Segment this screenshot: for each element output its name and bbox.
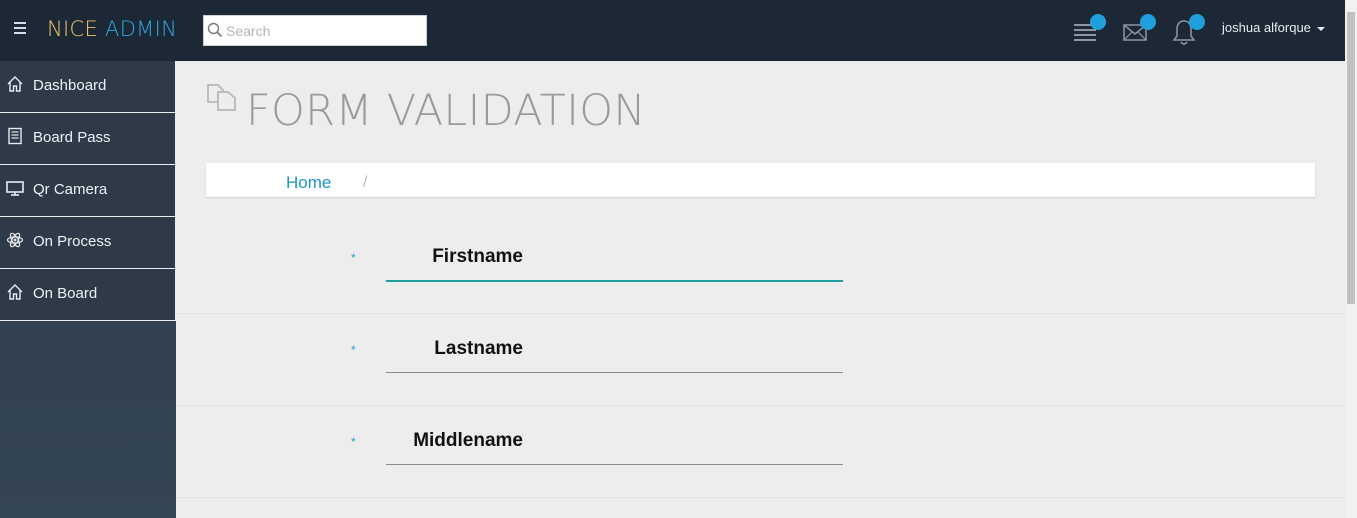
- sidebar-item-qr-camera[interactable]: Qr Camera: [0, 165, 176, 217]
- sidebar-item-on-board[interactable]: On Board: [0, 269, 176, 321]
- notifications-button[interactable]: [1171, 14, 1205, 46]
- required-marker: *: [351, 435, 356, 449]
- breadcrumb: Home /: [206, 163, 1315, 197]
- mail-badge: [1140, 14, 1156, 30]
- brand-text-nice: NICE: [47, 17, 99, 41]
- caret-down-icon: [1316, 26, 1325, 31]
- sidebar-item-dashboard[interactable]: Dashboard: [0, 61, 176, 113]
- sidebar-item-label: Qr Camera: [33, 181, 108, 198]
- required-marker: *: [351, 251, 356, 265]
- home-icon: [7, 76, 23, 92]
- user-name: joshua alforque: [1222, 20, 1311, 35]
- form-row-lastname: Lastname *: [176, 314, 1345, 406]
- brand-logo[interactable]: NICE ADMIN: [47, 17, 177, 41]
- form-row-middlename: Middlename *: [176, 406, 1345, 498]
- scrollbar-thumb[interactable]: [1347, 12, 1355, 304]
- search-input[interactable]: [226, 20, 422, 42]
- sidebar-item-on-process[interactable]: On Process: [0, 217, 176, 269]
- breadcrumb-separator: /: [363, 174, 368, 191]
- sidebar-item-board-pass[interactable]: Board Pass: [0, 113, 176, 165]
- lastname-field[interactable]: [386, 343, 843, 373]
- search-icon: [207, 22, 223, 38]
- sidebar-item-label: On Process: [33, 233, 112, 250]
- sidebar-item-label: On Board: [33, 285, 98, 302]
- breadcrumb-home-link[interactable]: Home: [286, 173, 331, 193]
- user-menu[interactable]: joshua alforque: [1222, 20, 1325, 35]
- sidebar-item-label: Board Pass: [33, 129, 111, 146]
- atom-icon: [6, 232, 24, 248]
- search-box: [203, 15, 427, 46]
- top-header: NICE ADMIN joshua: [0, 0, 1345, 61]
- notifications-badge: [1189, 14, 1205, 30]
- middlename-field[interactable]: [386, 435, 843, 465]
- firstname-field[interactable]: [386, 252, 843, 282]
- copy-icon: [207, 84, 236, 111]
- brand-text-admin: ADMIN: [105, 17, 178, 41]
- page-title: FORM VALIDATION: [246, 86, 646, 136]
- sidebar-item-label: Dashboard: [33, 77, 107, 94]
- tasks-button[interactable]: [1072, 14, 1106, 46]
- required-marker: *: [351, 343, 356, 357]
- tasks-badge: [1090, 14, 1106, 30]
- form-row-firstname: Firstname *: [176, 222, 1345, 314]
- page-scrollbar[interactable]: [1345, 0, 1357, 518]
- monitor-icon: [6, 181, 24, 196]
- mail-button[interactable]: [1122, 14, 1156, 46]
- menu-icon[interactable]: [14, 22, 26, 36]
- sidebar: Dashboard Board Pass Qr Camera On Proces…: [0, 61, 176, 518]
- home-icon: [7, 284, 23, 300]
- document-icon: [8, 127, 22, 145]
